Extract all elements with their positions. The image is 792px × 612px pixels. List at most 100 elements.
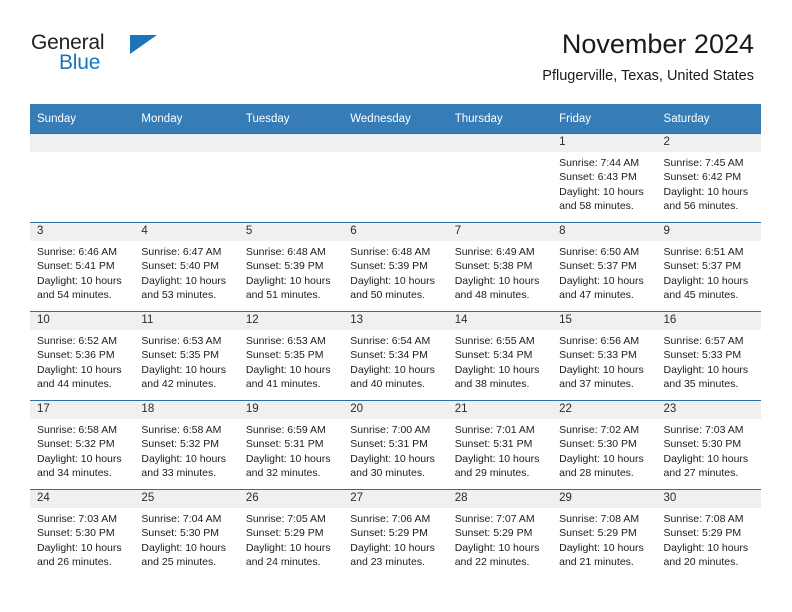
- sunset-text: Sunset: 5:29 PM: [559, 527, 637, 540]
- calendar-day-cell[interactable]: 12 Sunrise: 6:53 AM Sunset: 5:35 PM Dayligh…: [238, 311, 344, 401]
- sunset-text: Sunset: 5:31 PM: [245, 438, 324, 451]
- calendar-week-row: 1 Sunrise: 7:44 AM Sunset: 6:43 PM Daylight…: [30, 133, 761, 223]
- sunrise-text: Sunrise: 6:55 AM: [454, 335, 535, 347]
- calendar-day-cell[interactable]: 5 Sunrise: 6:48 AM Sunset: 5:39 PM Daylight…: [238, 222, 344, 312]
- daylight-text-line1: Daylight: 10 hours: [350, 274, 435, 287]
- calendar-day-cell[interactable]: 20 Sunrise: 7:00 AM Sunset: 5:31 PM Dayligh…: [343, 400, 448, 490]
- calendar-day-cell[interactable]: 9 Sunrise: 6:51 AM Sunset: 5:37 PM Daylight…: [656, 222, 761, 312]
- daylight-text-line1: Daylight: 10 hours: [245, 541, 331, 554]
- calendar-day-cell[interactable]: 24 Sunrise: 7:03 AM Sunset: 5:30 PM Dayligh…: [30, 489, 135, 579]
- calendar-day-cell[interactable]: 15 Sunrise: 6:56 AM Sunset: 5:33 PM Dayligh…: [552, 311, 657, 401]
- sunset-text: Sunset: 5:34 PM: [454, 349, 533, 362]
- calendar-day-cell[interactable]: 25 Sunrise: 7:04 AM Sunset: 5:30 PM Dayligh…: [134, 489, 239, 579]
- sunset-text: Sunset: 5:33 PM: [663, 349, 742, 362]
- day-number: 3: [30, 223, 135, 241]
- calendar-week-row: 3 Sunrise: 6:46 AM Sunset: 5:41 PM Daylight…: [30, 222, 761, 312]
- sunrise-text: Sunrise: 7:44 AM: [559, 157, 640, 169]
- sunrise-text: Sunrise: 6:53 AM: [141, 335, 222, 347]
- day-details: Sunrise: 6:50 AM Sunset: 5:37 PM Daylight:…: [552, 241, 656, 302]
- daylight-text-line2: and 25 minutes.: [141, 555, 217, 568]
- sunrise-text: Sunrise: 7:45 AM: [663, 157, 744, 169]
- day-details: Sunrise: 7:08 AM Sunset: 5:29 PM Daylight:…: [552, 508, 656, 569]
- calendar-day-cell[interactable]: 27 Sunrise: 7:06 AM Sunset: 5:29 PM Dayligh…: [343, 489, 448, 579]
- day-number: 19: [238, 401, 344, 419]
- daylight-text-line1: Daylight: 10 hours: [245, 274, 331, 287]
- day-details: Sunrise: 7:44 AM Sunset: 6:43 PM Daylight:…: [552, 152, 656, 213]
- sunset-text: Sunset: 5:30 PM: [663, 438, 742, 451]
- day-details: Sunrise: 6:48 AM Sunset: 5:39 PM Daylight:…: [343, 241, 447, 302]
- calendar-day-cell[interactable]: 11 Sunrise: 6:53 AM Sunset: 5:35 PM Dayligh…: [134, 311, 239, 401]
- general-blue-logo[interactable]: General Blue: [31, 32, 211, 82]
- daylight-text-line1: Daylight: 10 hours: [37, 541, 122, 554]
- day-details: Sunrise: 6:58 AM Sunset: 5:32 PM Daylight:…: [134, 419, 238, 480]
- day-number: 11: [134, 312, 239, 330]
- day-details: Sunrise: 7:08 AM Sunset: 5:29 PM Daylight:…: [657, 508, 761, 569]
- daylight-text-line1: Daylight: 10 hours: [350, 363, 435, 376]
- day-details: Sunrise: 6:47 AM Sunset: 5:40 PM Daylight:…: [134, 241, 238, 302]
- calendar-day-cell[interactable]: 7 Sunrise: 6:49 AM Sunset: 5:38 PM Daylight…: [447, 222, 553, 312]
- day-number: 8: [552, 223, 657, 241]
- calendar-day-cell[interactable]: 2 Sunrise: 7:45 AM Sunset: 6:42 PM Daylight…: [656, 133, 761, 223]
- sunset-text: Sunset: 5:31 PM: [350, 438, 428, 451]
- title-block: November 2024 Pflugerville, Texas, Unite…: [542, 28, 754, 86]
- calendar-day-cell[interactable]: 29 Sunrise: 7:08 AM Sunset: 5:29 PM Dayligh…: [552, 489, 657, 579]
- day-number: [30, 134, 135, 152]
- sunrise-text: Sunrise: 7:07 AM: [454, 513, 535, 525]
- calendar-day-cell[interactable]: 17 Sunrise: 6:58 AM Sunset: 5:32 PM Dayligh…: [30, 400, 135, 490]
- daylight-text-line1: Daylight: 10 hours: [559, 452, 644, 465]
- calendar-day-cell[interactable]: 21 Sunrise: 7:01 AM Sunset: 5:31 PM Dayligh…: [447, 400, 553, 490]
- day-number: 30: [656, 490, 761, 508]
- day-number: [134, 134, 239, 152]
- calendar-week-row: 24 Sunrise: 7:03 AM Sunset: 5:30 PM Dayligh…: [30, 489, 761, 579]
- calendar-day-cell[interactable]: 19 Sunrise: 6:59 AM Sunset: 5:31 PM Dayligh…: [238, 400, 344, 490]
- daylight-text-line2: and 37 minutes.: [559, 377, 634, 390]
- daylight-text-line1: Daylight: 10 hours: [454, 363, 540, 376]
- day-details: Sunrise: 6:59 AM Sunset: 5:31 PM Daylight:…: [239, 419, 343, 480]
- sunset-text: Sunset: 5:32 PM: [141, 438, 220, 451]
- calendar-day-cell[interactable]: 22 Sunrise: 7:02 AM Sunset: 5:30 PM Dayligh…: [552, 400, 657, 490]
- sunrise-text: Sunrise: 6:49 AM: [454, 246, 535, 258]
- daylight-text-line2: and 38 minutes.: [454, 377, 530, 390]
- daylight-text-line1: Daylight: 10 hours: [663, 185, 749, 198]
- day-details: Sunrise: 6:55 AM Sunset: 5:34 PM Daylight:…: [448, 330, 552, 391]
- calendar-table: Sunday Monday Tuesday Wednesday Thursday…: [30, 104, 761, 579]
- calendar-day-cell[interactable]: 30 Sunrise: 7:08 AM Sunset: 5:29 PM Dayligh…: [656, 489, 761, 579]
- calendar-day-cell[interactable]: 1 Sunrise: 7:44 AM Sunset: 6:43 PM Daylight…: [552, 133, 657, 223]
- calendar-day-cell[interactable]: 10 Sunrise: 6:52 AM Sunset: 5:36 PM Dayligh…: [30, 311, 135, 401]
- calendar-day-cell[interactable]: 8 Sunrise: 6:50 AM Sunset: 5:37 PM Daylight…: [552, 222, 657, 312]
- day-number: 26: [238, 490, 344, 508]
- weekday-header-monday: Monday: [134, 104, 239, 134]
- sunset-text: Sunset: 5:33 PM: [559, 349, 637, 362]
- day-details: Sunrise: 6:53 AM Sunset: 5:35 PM Daylight:…: [134, 330, 238, 391]
- calendar-day-cell[interactable]: 26 Sunrise: 7:05 AM Sunset: 5:29 PM Dayligh…: [238, 489, 344, 579]
- calendar-day-cell[interactable]: 14 Sunrise: 6:55 AM Sunset: 5:34 PM Dayligh…: [447, 311, 553, 401]
- daylight-text-line2: and 54 minutes.: [37, 288, 112, 301]
- calendar-day-cell[interactable]: 28 Sunrise: 7:07 AM Sunset: 5:29 PM Dayligh…: [447, 489, 553, 579]
- sunset-text: Sunset: 5:34 PM: [350, 349, 428, 362]
- sunset-text: Sunset: 5:30 PM: [37, 527, 115, 540]
- sunset-text: Sunset: 5:30 PM: [559, 438, 637, 451]
- calendar-day-cell[interactable]: 23 Sunrise: 7:03 AM Sunset: 5:30 PM Dayligh…: [656, 400, 761, 490]
- sunrise-text: Sunrise: 6:57 AM: [663, 335, 744, 347]
- calendar-day-cell[interactable]: 16 Sunrise: 6:57 AM Sunset: 5:33 PM Dayligh…: [656, 311, 761, 401]
- daylight-text-line1: Daylight: 10 hours: [350, 541, 435, 554]
- calendar-day-cell[interactable]: 13 Sunrise: 6:54 AM Sunset: 5:34 PM Dayligh…: [343, 311, 448, 401]
- calendar-day-cell[interactable]: 4 Sunrise: 6:47 AM Sunset: 5:40 PM Daylight…: [134, 222, 239, 312]
- day-number: 14: [447, 312, 553, 330]
- daylight-text-line1: Daylight: 10 hours: [559, 185, 644, 198]
- daylight-text-line1: Daylight: 10 hours: [141, 452, 227, 465]
- day-number: 10: [30, 312, 135, 330]
- day-details: Sunrise: 7:02 AM Sunset: 5:30 PM Daylight:…: [552, 419, 656, 480]
- calendar-day-cell[interactable]: 6 Sunrise: 6:48 AM Sunset: 5:39 PM Daylight…: [343, 222, 448, 312]
- page-header: General Blue November 2024 Pflugerville,…: [0, 0, 792, 84]
- calendar-day-cell[interactable]: 18 Sunrise: 6:58 AM Sunset: 5:32 PM Dayligh…: [134, 400, 239, 490]
- day-details: Sunrise: 7:00 AM Sunset: 5:31 PM Daylight:…: [343, 419, 447, 480]
- daylight-text-line1: Daylight: 10 hours: [559, 363, 644, 376]
- sunset-text: Sunset: 5:31 PM: [454, 438, 533, 451]
- daylight-text-line2: and 21 minutes.: [559, 555, 634, 568]
- daylight-text-line2: and 24 minutes.: [245, 555, 321, 568]
- daylight-text-line2: and 47 minutes.: [559, 288, 634, 301]
- sunrise-text: Sunrise: 6:50 AM: [559, 246, 640, 258]
- calendar-day-cell[interactable]: 3 Sunrise: 6:46 AM Sunset: 5:41 PM Daylight…: [30, 222, 135, 312]
- daylight-text-line1: Daylight: 10 hours: [663, 363, 749, 376]
